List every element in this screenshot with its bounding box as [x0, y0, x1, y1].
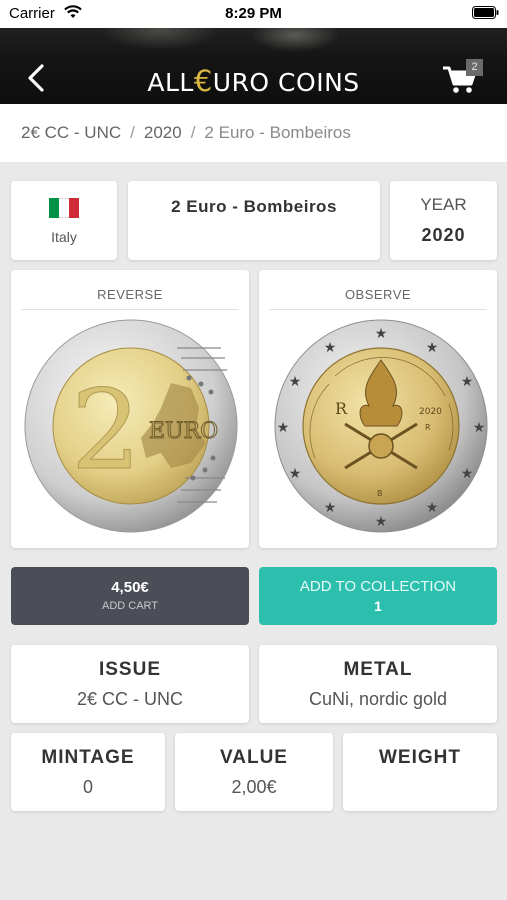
breadcrumb-item-current: 2 Euro - Bombeiros: [204, 123, 351, 142]
reverse-coin-image: 2 EURO: [24, 319, 238, 533]
svg-text:2020: 2020: [419, 407, 442, 417]
flag-stripe-red: [69, 198, 79, 218]
status-bar: Carrier 8:29 PM: [0, 0, 507, 28]
divider: [269, 309, 487, 310]
observe-image-card[interactable]: OBSERVE ★ ★ ★ ★ ★ ★ ★ ★ ★ ★ ★ ★ R 2020 R…: [259, 270, 497, 548]
add-to-collection-label: ADD TO COLLECTION: [299, 578, 457, 595]
logo-euro-symbol: €: [193, 64, 213, 98]
observe-title: OBSERVE: [344, 287, 412, 302]
value-label: VALUE: [220, 747, 288, 768]
svg-text:★: ★: [426, 499, 439, 515]
observe-coin-image: ★ ★ ★ ★ ★ ★ ★ ★ ★ ★ ★ ★ R 2020 R B: [274, 319, 488, 533]
issue-value: 2€ CC - UNC: [76, 689, 183, 709]
mintage-value: 0: [82, 777, 93, 797]
svg-text:B: B: [377, 489, 383, 498]
country-name: Italy: [51, 229, 77, 245]
svg-text:R: R: [425, 423, 431, 432]
year-value: 2020: [421, 225, 466, 245]
mintage-label: MINTAGE: [41, 747, 135, 768]
svg-text:2: 2: [71, 366, 141, 494]
svg-text:★: ★: [375, 325, 388, 341]
svg-text:★: ★: [375, 513, 388, 529]
breadcrumb-item-issue[interactable]: 2€ CC - UNC: [21, 123, 121, 142]
logo-suffix: URO COINS: [212, 68, 360, 97]
reverse-title: REVERSE: [97, 287, 163, 302]
svg-text:★: ★: [473, 419, 486, 435]
year-card: YEAR 2020: [390, 181, 497, 260]
value-value: 2,00€: [231, 777, 277, 797]
svg-text:R: R: [335, 399, 348, 418]
breadcrumb-separator: /: [130, 123, 135, 142]
svg-text:★: ★: [289, 465, 302, 481]
metal-card: METAL CuNi, nordic gold: [259, 645, 497, 723]
flag-stripe-white: [59, 198, 69, 218]
divider: [21, 309, 239, 310]
weight-label: WEIGHT: [379, 747, 461, 768]
metal-value: CuNi, nordic gold: [308, 689, 448, 709]
coin-title: 2 Euro - Bombeiros: [171, 197, 337, 216]
coin-name-card: 2 Euro - Bombeiros: [128, 181, 380, 260]
app-logo: ALL€URO COINS: [0, 64, 507, 98]
breadcrumb: 2€ CC - UNC / 2020 / 2 Euro - Bombeiros: [0, 104, 507, 162]
mintage-card: MINTAGE 0: [11, 733, 165, 811]
collection-count: 1: [374, 598, 382, 614]
issue-label: ISSUE: [98, 659, 162, 680]
breadcrumb-item-year[interactable]: 2020: [144, 123, 182, 142]
logo-prefix: ALL: [147, 68, 194, 97]
value-card: VALUE 2,00€: [175, 733, 333, 811]
svg-text:★: ★: [426, 339, 439, 355]
price-label: 4,50€: [111, 579, 149, 596]
add-to-collection-button[interactable]: ADD TO COLLECTION 1: [259, 567, 497, 625]
breadcrumb-separator: /: [190, 123, 196, 142]
flag-stripe-green: [49, 198, 59, 218]
add-cart-button[interactable]: 4,50€ ADD CART: [11, 567, 249, 625]
svg-text:★: ★: [277, 419, 290, 435]
country-card: Italy: [11, 181, 117, 260]
italy-flag-icon: [49, 198, 79, 218]
svg-text:★: ★: [324, 339, 337, 355]
metal-label: METAL: [343, 659, 413, 680]
clock-label: 8:29 PM: [225, 5, 282, 22]
svg-text:EURO: EURO: [149, 419, 218, 444]
svg-text:★: ★: [289, 373, 302, 389]
battery-icon: [472, 6, 499, 19]
svg-text:★: ★: [461, 465, 474, 481]
svg-text:★: ★: [461, 373, 474, 389]
svg-text:★: ★: [324, 499, 337, 515]
cart-count-badge: 2: [466, 59, 483, 76]
add-cart-label: ADD CART: [101, 600, 159, 612]
year-label: YEAR: [420, 195, 467, 214]
issue-card: ISSUE 2€ CC - UNC: [11, 645, 249, 723]
weight-card: WEIGHT: [343, 733, 497, 811]
reverse-image-card[interactable]: REVERSE 2 EURO: [11, 270, 249, 548]
